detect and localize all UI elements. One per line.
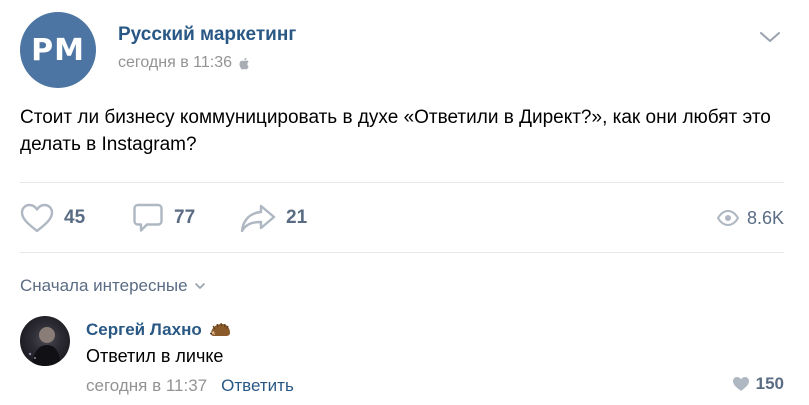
comment-text: Ответил в личке xyxy=(86,346,224,366)
post-author-name[interactable]: Русский маркетинг xyxy=(118,24,296,46)
apple-icon xyxy=(239,57,249,69)
like-count: 45 xyxy=(64,207,86,228)
share-icon xyxy=(240,204,276,233)
post-time: сегодня в 11:36 xyxy=(118,54,250,72)
post-header: РМ Русский маркетинг сегодня в 11:36 xyxy=(20,12,790,88)
commenter-name-link[interactable]: Сергей Лахно xyxy=(86,320,232,340)
views-count: 8.6K xyxy=(746,207,784,228)
commenter-avatar[interactable] xyxy=(20,316,70,366)
chevron-down-icon[interactable] xyxy=(758,28,782,46)
comment-meta: сегодня в 11:37 Ответить xyxy=(86,376,294,396)
group-avatar[interactable]: РМ xyxy=(20,12,96,88)
share-count: 21 xyxy=(286,207,308,228)
post-text: Стоит ли бизнесу коммуницировать в духе … xyxy=(20,107,771,155)
post-time-text[interactable]: сегодня в 11:36 xyxy=(118,54,232,72)
comment-count: 77 xyxy=(174,207,196,228)
like-button[interactable]: 45 xyxy=(20,198,85,238)
chevron-down-icon xyxy=(194,283,205,289)
person-silhouette-icon xyxy=(28,327,61,366)
divider xyxy=(20,252,784,253)
comment-time[interactable]: сегодня в 11:37 xyxy=(86,376,207,396)
comment-like-count: 150 xyxy=(755,374,784,393)
divider xyxy=(20,182,784,183)
comments-sort-dropdown[interactable]: Сначала интересные xyxy=(20,276,206,296)
share-button[interactable]: 21 xyxy=(240,198,307,238)
post-actions: 45 77 21 8.6K xyxy=(20,198,790,238)
comments-sort-label: Сначала интересные xyxy=(20,276,188,295)
hedgehog-icon xyxy=(209,322,230,336)
reply-button[interactable]: Ответить xyxy=(221,376,294,396)
eye-icon xyxy=(716,210,739,226)
comment-button[interactable]: 77 xyxy=(132,198,195,238)
comment-like-button[interactable]: 150 xyxy=(732,374,784,394)
comment-icon xyxy=(133,203,163,232)
commenter-name: Сергей Лахно xyxy=(86,320,202,339)
heart-icon xyxy=(20,203,54,233)
comment-item: Сергей Лахно Ответил в личке сегодня в 1… xyxy=(20,314,790,400)
heart-icon xyxy=(732,377,749,391)
views-counter: 8.6K xyxy=(716,198,784,238)
